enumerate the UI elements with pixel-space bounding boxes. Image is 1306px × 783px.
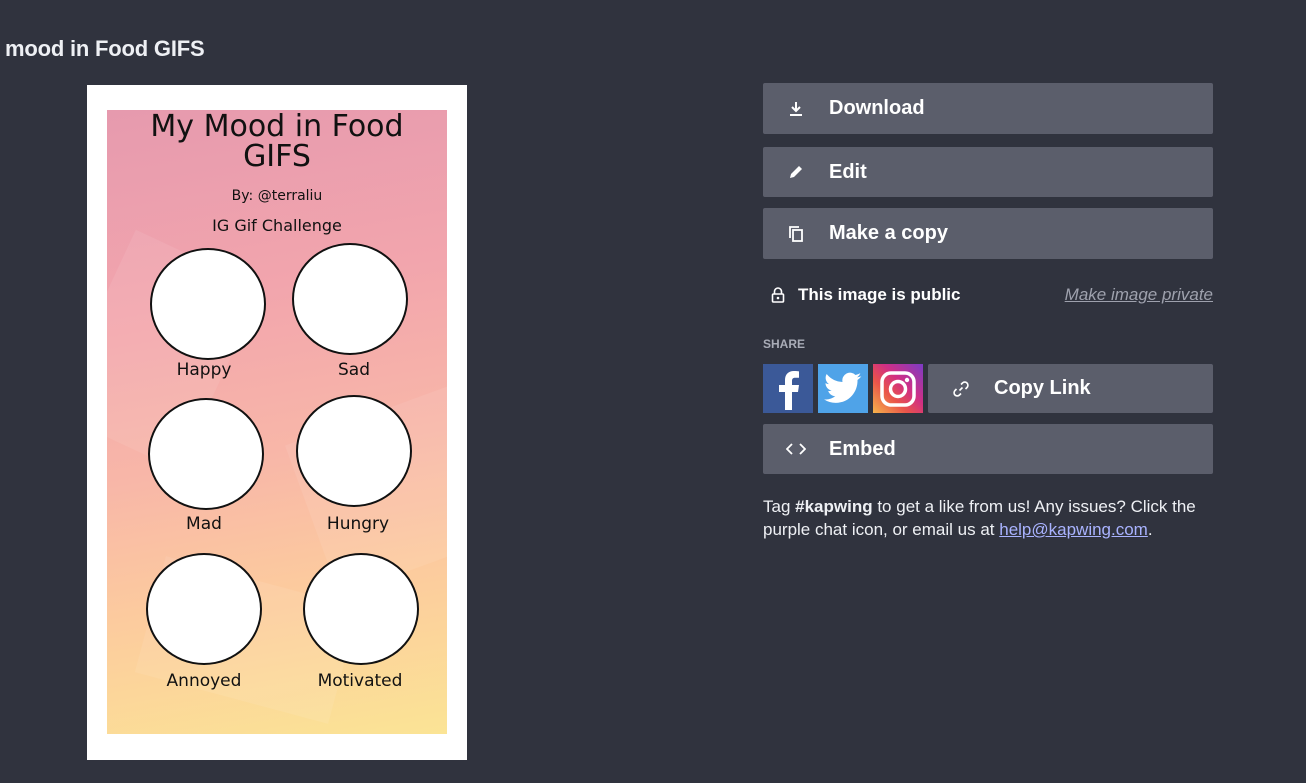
instagram-icon <box>880 370 916 407</box>
preview-challenge: IG Gif Challenge <box>212 216 342 235</box>
mood-label: Happy <box>176 360 232 380</box>
preview-byline: By: @terraliu <box>231 188 323 204</box>
make-private-link[interactable]: Make image private <box>1065 285 1213 305</box>
facebook-share-button[interactable] <box>763 364 813 413</box>
copy-icon <box>763 225 829 243</box>
copy-link-button[interactable]: Copy Link <box>928 364 1213 413</box>
hashtag: #kapwing <box>795 497 873 516</box>
make-copy-button[interactable]: Make a copy <box>763 208 1213 259</box>
download-button[interactable]: Download <box>763 83 1213 134</box>
instagram-share-button[interactable] <box>873 364 923 413</box>
facebook-icon <box>779 370 799 410</box>
copy-link-label: Copy Link <box>994 377 1091 399</box>
twitter-share-button[interactable] <box>818 364 868 413</box>
mood-circle <box>296 395 412 507</box>
mood-circle <box>148 398 264 510</box>
image-preview: My Mood in Food GIFS By: @terraliu IG Gi… <box>107 110 447 734</box>
embed-label: Embed <box>829 437 896 460</box>
mood-circle <box>303 553 419 665</box>
mood-circle <box>150 248 266 360</box>
download-label: Download <box>829 97 925 119</box>
download-icon <box>763 101 829 117</box>
mood-label: Mad <box>186 514 222 534</box>
twitter-icon <box>824 372 862 403</box>
code-icon <box>763 442 829 456</box>
mood-label: Motivated <box>317 671 403 691</box>
edit-label: Edit <box>829 160 867 183</box>
mood-circle <box>146 553 262 665</box>
pencil-icon <box>763 164 829 180</box>
mood-label: Annoyed <box>166 671 242 691</box>
help-text: Tag #kapwing to get a like from us! Any … <box>763 497 1196 539</box>
edit-button[interactable]: Edit <box>763 147 1213 197</box>
visibility-row: This image is public Make image private <box>763 280 1213 310</box>
visibility-status: This image is public <box>798 285 961 304</box>
link-icon <box>928 379 994 399</box>
lock-icon <box>763 287 793 303</box>
mood-circle <box>292 243 408 355</box>
preview-title: My Mood in Food GIFS <box>150 110 404 174</box>
image-preview-frame: My Mood in Food GIFS By: @terraliu IG Gi… <box>87 85 467 760</box>
page-title: mood in Food GIFS <box>5 36 205 61</box>
make-copy-label: Make a copy <box>829 222 948 244</box>
mood-label: Hungry <box>326 514 390 534</box>
embed-button[interactable]: Embed <box>763 424 1213 474</box>
help-email-link[interactable]: help@kapwing.com <box>999 520 1148 539</box>
share-heading: SHARE <box>763 337 806 351</box>
mood-label: Sad <box>338 360 370 380</box>
